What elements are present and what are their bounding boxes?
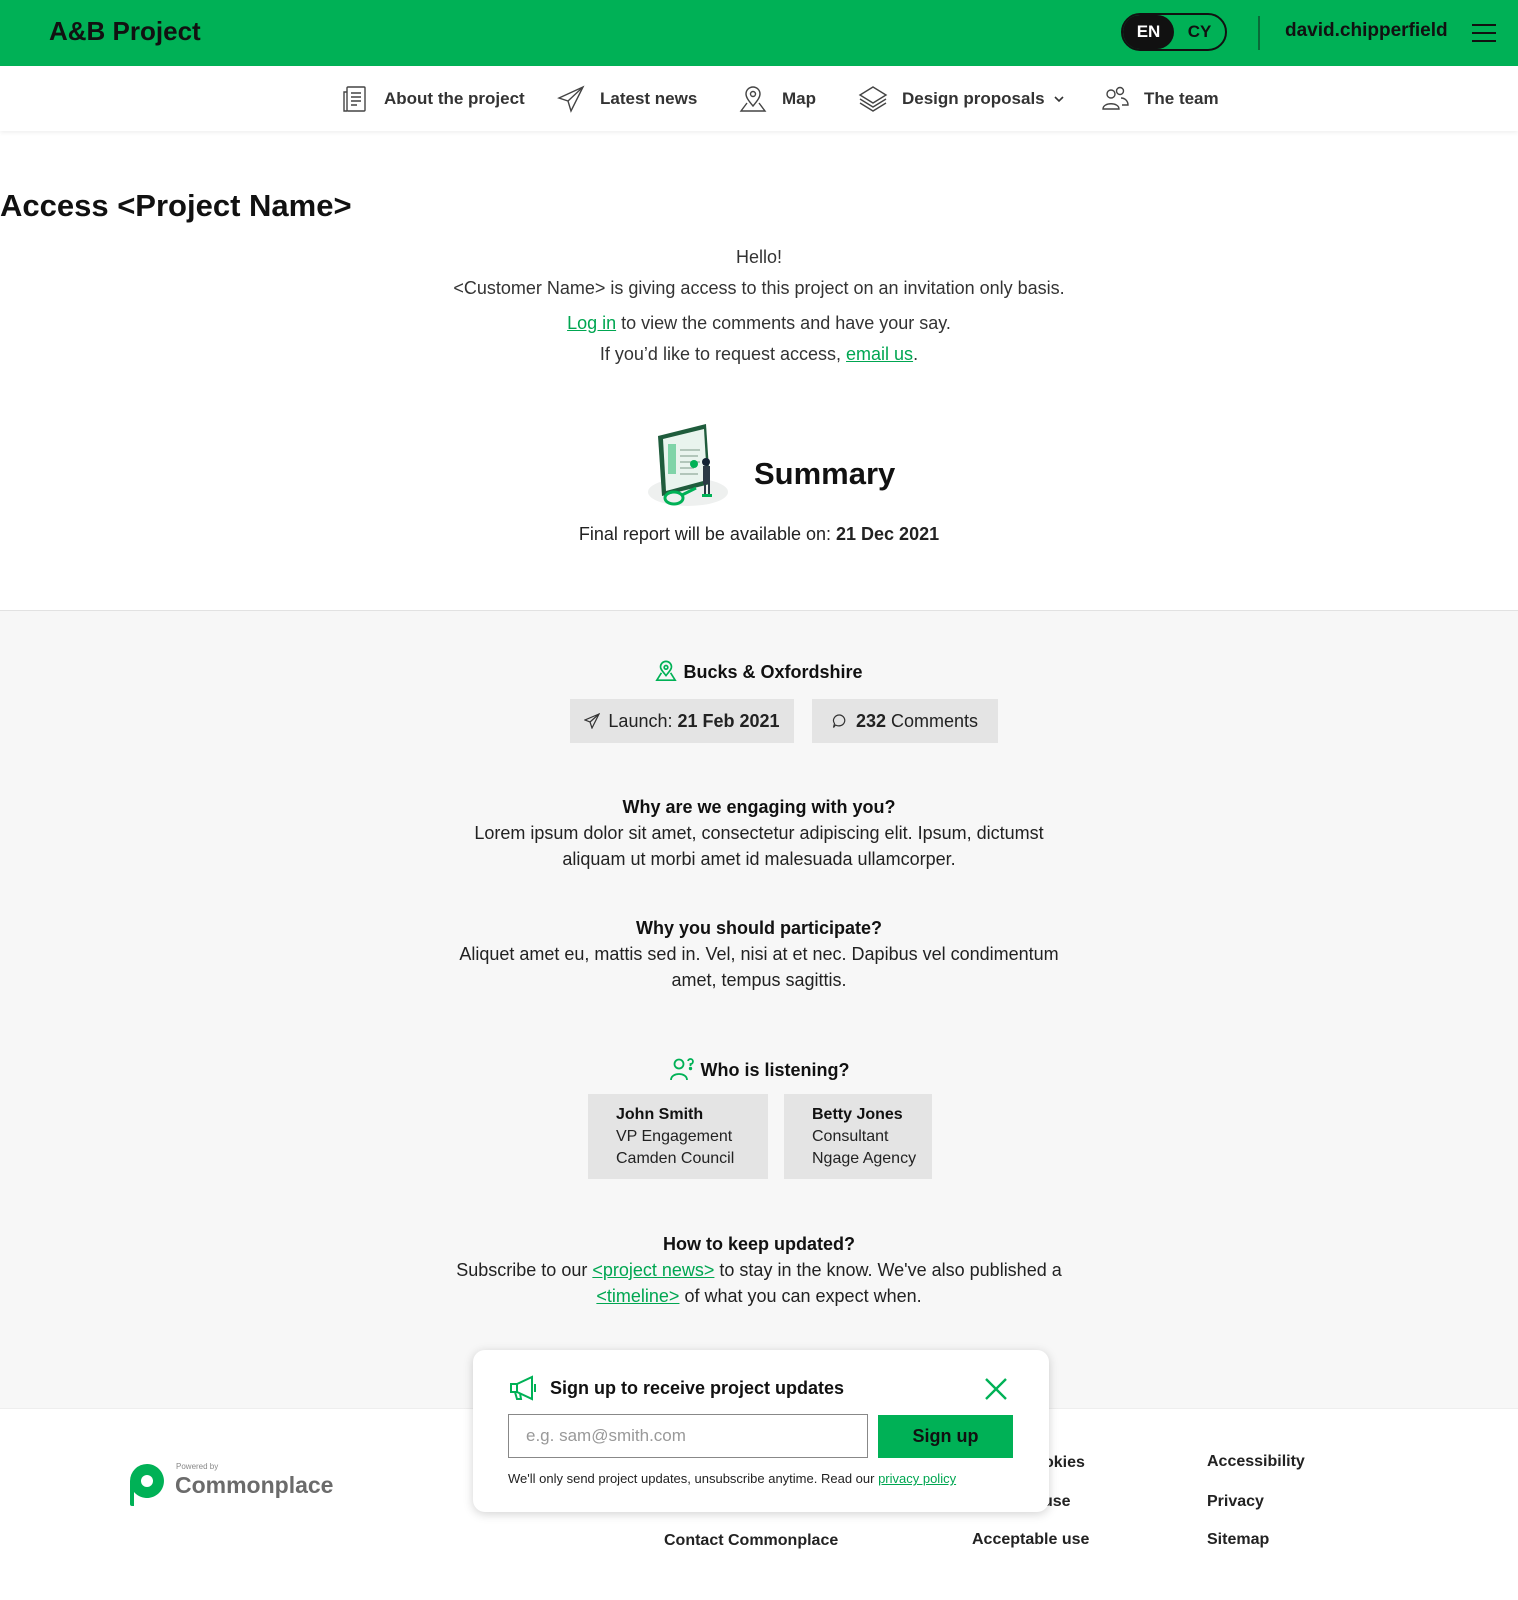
person-card: John Smith VP Engagement Camden Council bbox=[588, 1094, 768, 1179]
login-line: Log in to view the comments and have you… bbox=[0, 313, 1518, 334]
lang-option-cy[interactable]: CY bbox=[1174, 15, 1225, 49]
request-line: If you’d like to request access, email u… bbox=[0, 344, 1518, 365]
final-report-line: Final report will be available on: 21 De… bbox=[0, 524, 1518, 545]
why-participate-body: Aliquet amet eu, mattis sed in. Vel, nis… bbox=[459, 944, 1059, 990]
nav-item-map[interactable]: Map bbox=[738, 79, 816, 119]
commonplace-logo-mark-icon bbox=[130, 1464, 164, 1506]
language-toggle[interactable]: EN CY bbox=[1121, 13, 1227, 51]
launch-label: Launch: bbox=[608, 710, 678, 731]
lang-option-en[interactable]: EN bbox=[1123, 15, 1174, 49]
people-icon bbox=[1102, 86, 1129, 110]
location-line: Bucks & Oxfordshire bbox=[0, 660, 1518, 683]
logo-text: Commonplace bbox=[175, 1472, 334, 1498]
final-date: 21 Dec 2021 bbox=[836, 524, 940, 544]
why-engaging-title: Why are we engaging with you? bbox=[622, 797, 896, 817]
paper-plane-icon bbox=[584, 713, 601, 729]
hamburger-menu-icon[interactable] bbox=[1472, 24, 1496, 42]
person-name: John Smith bbox=[616, 1106, 704, 1123]
main-nav: About the project Latest news Map Design… bbox=[0, 66, 1518, 131]
nav-item-news[interactable]: Latest news bbox=[556, 79, 697, 119]
privacy-policy-link[interactable]: privacy policy bbox=[878, 1471, 956, 1486]
person-role: VP Engagement bbox=[616, 1128, 733, 1145]
updated-mid: to stay in the know. We've also publishe… bbox=[714, 1260, 1062, 1280]
launch-chip: Launch: 21 Feb 2021 bbox=[570, 699, 794, 743]
listening-title: Who is listening? bbox=[700, 1060, 850, 1080]
request-suffix: . bbox=[913, 344, 919, 364]
updated-suffix: of what you can expect when. bbox=[679, 1286, 922, 1306]
map-pin-icon bbox=[655, 660, 678, 681]
greeting: Hello! bbox=[735, 247, 783, 267]
nav-item-design-proposals[interactable]: Design proposals bbox=[858, 79, 1065, 119]
email-link[interactable]: email us bbox=[846, 344, 913, 364]
header-divider bbox=[1258, 16, 1260, 50]
updated-body: Subscribe to our <project news> to stay … bbox=[444, 1257, 1074, 1309]
popup-title: Sign up to receive project updates bbox=[550, 1378, 845, 1398]
request-prefix: If you’d like to request access, bbox=[599, 344, 847, 364]
powered-by-label: Powered by bbox=[176, 1462, 219, 1471]
nav-label: The team bbox=[1144, 89, 1219, 108]
person-role: Consultant bbox=[812, 1128, 889, 1145]
note-text: We'll only send project updates, unsubsc… bbox=[508, 1471, 879, 1486]
nav-item-about[interactable]: About the project bbox=[340, 79, 525, 119]
megaphone-icon bbox=[510, 1375, 536, 1401]
speech-bubble-icon bbox=[832, 714, 846, 728]
document-icon bbox=[343, 86, 366, 112]
top-bar: A&B Project EN CY david.chipperfield bbox=[0, 0, 1518, 66]
person-org: Ngage Agency bbox=[812, 1150, 917, 1167]
close-icon[interactable] bbox=[983, 1376, 1009, 1402]
launch-date: 21 Feb 2021 bbox=[677, 710, 780, 731]
login-link[interactable]: Log in bbox=[567, 313, 616, 333]
footer-link-sitemap[interactable]: Sitemap bbox=[1207, 1531, 1269, 1549]
timeline-link[interactable]: <timeline> bbox=[596, 1286, 679, 1306]
summary-title: Summary bbox=[754, 456, 896, 491]
login-rest: to view the comments and have your say. bbox=[616, 313, 951, 333]
nav-label: Latest news bbox=[600, 89, 698, 108]
signup-popup: Sign up to receive project updates Sign … bbox=[473, 1350, 1049, 1512]
location-name: Bucks & Oxfordshire bbox=[683, 662, 863, 682]
person-card: Betty Jones Consultant Ngage Agency bbox=[784, 1094, 932, 1179]
nav-label: Design proposals bbox=[902, 89, 1045, 108]
footer-link-acceptable-use[interactable]: Acceptable use bbox=[972, 1531, 1089, 1549]
sign-up-button[interactable]: Sign up bbox=[878, 1415, 1013, 1458]
chevron-down-icon bbox=[1054, 96, 1064, 103]
comments-count: 232 bbox=[855, 710, 886, 731]
updated-prefix: Subscribe to our bbox=[456, 1260, 593, 1280]
footer-link-contact[interactable]: Contact Commonplace bbox=[664, 1532, 838, 1550]
layers-icon bbox=[858, 86, 888, 112]
why-participate-title: Why you should participate? bbox=[635, 918, 882, 938]
person-question-icon bbox=[669, 1058, 694, 1081]
nav-item-team[interactable]: The team bbox=[1100, 79, 1219, 119]
updated-title: How to keep updated? bbox=[662, 1234, 855, 1254]
footer-link-cookies[interactable]: okies bbox=[1044, 1454, 1085, 1472]
popup-note: We'll only send project updates, unsubsc… bbox=[508, 1471, 956, 1486]
person-org: Camden Council bbox=[616, 1150, 735, 1167]
page-title: Access <Project Name> bbox=[0, 188, 352, 223]
brand-title[interactable]: A&B Project bbox=[49, 16, 201, 47]
footer-link-privacy[interactable]: Privacy bbox=[1207, 1493, 1264, 1511]
comments-chip[interactable]: 232 Comments bbox=[812, 699, 998, 743]
username[interactable]: david.chipperfield bbox=[1285, 20, 1448, 42]
map-pin-icon bbox=[739, 86, 767, 112]
nav-label: About the project bbox=[384, 89, 525, 108]
summary-illustration bbox=[648, 424, 728, 506]
why-engaging-body: Lorem ipsum dolor sit amet, consectetur … bbox=[474, 823, 1044, 869]
project-news-link[interactable]: <project news> bbox=[592, 1260, 714, 1280]
nav-label: Map bbox=[782, 89, 816, 108]
person-name: Betty Jones bbox=[812, 1106, 903, 1123]
final-prefix: Final report will be available on: bbox=[578, 524, 837, 544]
comments-label: Comments bbox=[886, 710, 979, 731]
footer-link-accessibility[interactable]: Accessibility bbox=[1207, 1453, 1305, 1471]
paper-plane-icon bbox=[557, 85, 585, 113]
listening-title-line: Who is listening? bbox=[0, 1056, 1518, 1082]
email-input[interactable] bbox=[508, 1414, 868, 1458]
intro-text: <Customer Name> is giving access to this… bbox=[453, 278, 1065, 298]
